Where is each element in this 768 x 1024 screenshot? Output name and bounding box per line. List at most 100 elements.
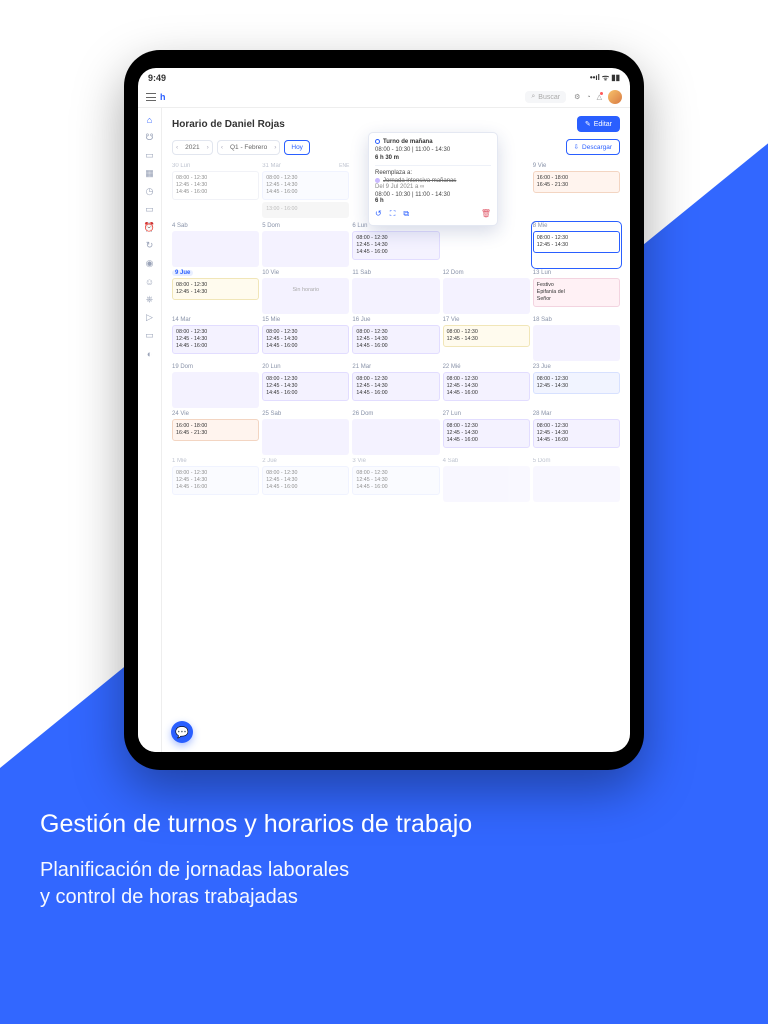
bell-icon[interactable]: △ xyxy=(597,93,602,101)
day-cell[interactable]: 6 Lun08:00 - 12:3012:45 - 14:3014:45 - 1… xyxy=(352,223,439,267)
settings-icon[interactable]: ⚙ xyxy=(574,93,580,101)
day-cell[interactable]: 16 Jue08:00 - 12:3012:45 - 14:3014:45 - … xyxy=(352,317,439,361)
shift-card[interactable]: 08:00 - 12:3012:45 - 14:3014:45 - 16:00 xyxy=(172,171,259,200)
empty-slot[interactable] xyxy=(533,466,620,502)
edit-button[interactable]: ✎ Editar xyxy=(577,116,620,132)
search-input[interactable]: ⌕ Buscar xyxy=(525,91,566,103)
shift-card[interactable]: 08:00 - 12:3012:45 - 14:3014:45 - 16:00 xyxy=(352,231,439,260)
org-icon[interactable]: ▭ xyxy=(144,150,155,161)
copy-icon[interactable]: ⧉ xyxy=(403,209,409,219)
chevron-left-icon[interactable]: ‹ xyxy=(173,141,181,154)
empty-slot[interactable] xyxy=(443,466,530,502)
globe-icon[interactable]: ◉ xyxy=(144,258,155,269)
empty-slot[interactable] xyxy=(352,419,439,455)
shift-popover[interactable]: Turno de mañana 08:00 - 10:30 | 11:00 - … xyxy=(368,132,498,226)
shift-card[interactable]: 08:00 - 12:3012:45 - 14:30 xyxy=(443,325,530,347)
shift-card[interactable]: 13:00 - 16:00 xyxy=(262,202,349,217)
shift-card[interactable]: 08:00 - 12:3012:45 - 14:3014:45 - 16:00 xyxy=(352,325,439,354)
day-cell[interactable]: 2 Jue08:00 - 12:3012:45 - 14:3014:45 - 1… xyxy=(262,458,349,502)
menu-icon[interactable] xyxy=(146,93,156,101)
day-cell[interactable]: 5 Dom xyxy=(262,223,349,267)
day-cell[interactable]: 21 Mar08:00 - 12:3012:45 - 14:3014:45 - … xyxy=(352,364,439,408)
empty-slot[interactable] xyxy=(443,278,530,314)
shift-card[interactable]: 16:00 - 18:0016:45 - 21:30 xyxy=(172,419,259,441)
shift-card[interactable]: 08:00 - 12:3012:45 - 14:3014:45 - 16:00 xyxy=(352,372,439,401)
day-cell[interactable]: 19 Dom xyxy=(172,364,259,408)
card-icon[interactable]: ▭ xyxy=(144,204,155,215)
play-icon[interactable]: ▷ xyxy=(144,312,155,323)
shift-card[interactable]: 08:00 - 12:3012:45 - 14:3014:45 - 16:00 xyxy=(352,466,439,495)
team-icon[interactable]: ☋ xyxy=(144,132,155,143)
calendar-icon[interactable]: ▦ xyxy=(144,168,155,179)
day-cell[interactable]: 3 Vie08:00 - 12:3012:45 - 14:3014:45 - 1… xyxy=(352,458,439,502)
day-cell[interactable]: 10 VieSin horario xyxy=(262,270,349,314)
moon-icon[interactable]: ◐ xyxy=(144,348,155,359)
clock-icon[interactable]: ◷ xyxy=(144,186,155,197)
day-cell[interactable]: 13 LunFestivoEpifanía delSeñor xyxy=(533,270,620,314)
empty-slot[interactable] xyxy=(262,231,349,267)
shift-card[interactable]: 08:00 - 12:3012:45 - 14:30 xyxy=(533,372,620,394)
empty-slot[interactable] xyxy=(172,372,259,408)
year-pager[interactable]: ‹ 2021 › xyxy=(172,140,213,155)
board-icon[interactable]: ▭ xyxy=(144,330,155,341)
day-cell[interactable]: 26 Dom xyxy=(352,411,439,455)
day-cell[interactable]: 23 Jue08:00 - 12:3012:45 - 14:30 xyxy=(533,364,620,408)
shift-card[interactable]: 08:00 - 12:3012:45 - 14:3014:45 - 16:00 xyxy=(443,372,530,401)
shift-card[interactable]: 08:00 - 12:3012:45 - 14:3014:45 - 16:00 xyxy=(172,325,259,354)
download-button[interactable]: ⇩ Descargar xyxy=(566,139,620,155)
day-cell[interactable]: 22 Mié08:00 - 12:3012:45 - 14:3014:45 - … xyxy=(443,364,530,408)
day-cell[interactable]: 12 Dom xyxy=(443,270,530,314)
shift-card[interactable]: 08:00 - 12:3012:45 - 14:3014:45 - 16:00 xyxy=(262,171,349,200)
chevron-left-icon[interactable]: ‹ xyxy=(218,141,226,154)
shift-card[interactable]: 08:00 - 12:3012:45 - 14:3014:45 - 16:00 xyxy=(262,372,349,401)
day-cell[interactable]: 4 Sab xyxy=(172,223,259,267)
grad-icon[interactable]: ⎈ xyxy=(144,294,155,305)
day-cell[interactable]: 28 Mar08:00 - 12:3012:45 - 14:3014:45 - … xyxy=(533,411,620,455)
period-pager[interactable]: ‹ Q1 - Febrero › xyxy=(217,140,281,155)
shift-card[interactable]: 08:00 - 12:3012:45 - 14:3014:45 - 16:00 xyxy=(533,419,620,448)
avatar[interactable] xyxy=(608,90,622,104)
day-cell[interactable]: 8 Mie08:00 - 12:3012:45 - 14:30 xyxy=(533,223,620,267)
day-cell[interactable] xyxy=(443,223,530,267)
chat-fab[interactable]: 💬 xyxy=(171,721,193,743)
day-cell[interactable]: 4 Sab xyxy=(443,458,530,502)
chevron-right-icon[interactable]: › xyxy=(204,141,212,154)
shift-card[interactable]: 08:00 - 12:3012:45 - 14:3014:45 - 16:00 xyxy=(172,466,259,495)
day-cell[interactable]: 1 Mie08:00 - 12:3012:45 - 14:3014:45 - 1… xyxy=(172,458,259,502)
shift-card[interactable]: 08:00 - 12:3012:45 - 14:3014:45 - 16:00 xyxy=(262,466,349,495)
empty-slot[interactable] xyxy=(352,278,439,314)
app-logo[interactable]: h xyxy=(160,92,170,102)
empty-slot[interactable] xyxy=(172,231,259,267)
empty-slot[interactable] xyxy=(262,419,349,455)
shift-card[interactable]: FestivoEpifanía delSeñor xyxy=(533,278,620,307)
day-cell[interactable]: 30 Lun08:00 - 12:3012:45 - 14:3014:45 - … xyxy=(172,163,259,220)
day-cell[interactable]: 9 Vie16:00 - 18:0016:45 - 21:30 xyxy=(533,163,620,220)
chat-icon[interactable]: ☺ xyxy=(144,276,155,287)
home-icon[interactable]: ⌂ xyxy=(144,114,155,125)
day-cell[interactable]: 25 Sab xyxy=(262,411,349,455)
refresh-icon[interactable]: ↻ xyxy=(144,240,155,251)
chevron-right-icon[interactable]: › xyxy=(271,141,279,154)
shift-card[interactable]: 08:00 - 12:3012:45 - 14:30 xyxy=(533,231,620,253)
day-cell[interactable]: 14 Mar08:00 - 12:3012:45 - 14:3014:45 - … xyxy=(172,317,259,361)
trash-icon[interactable]: 🗑 xyxy=(481,209,491,219)
day-cell[interactable]: 27 Lun08:00 - 12:3012:45 - 14:3014:45 - … xyxy=(443,411,530,455)
day-cell[interactable]: 15 Mie08:00 - 12:3012:45 - 14:3014:45 - … xyxy=(262,317,349,361)
shift-card[interactable]: 08:00 - 12:3012:45 - 14:30 xyxy=(172,278,259,300)
day-cell[interactable]: 18 Sab xyxy=(533,317,620,361)
today-button[interactable]: Hoy xyxy=(284,140,310,155)
day-cell[interactable]: 11 Sab xyxy=(352,270,439,314)
day-cell[interactable]: 17 Vie08:00 - 12:3012:45 - 14:30 xyxy=(443,317,530,361)
day-cell[interactable]: 31 MarENE08:00 - 12:3012:45 - 14:3014:45… xyxy=(262,163,349,220)
day-cell[interactable]: 20 Lun08:00 - 12:3012:45 - 14:3014:45 - … xyxy=(262,364,349,408)
lock-icon[interactable]: ⛶ xyxy=(390,209,396,219)
day-cell[interactable]: 24 Vie16:00 - 18:0016:45 - 21:30 xyxy=(172,411,259,455)
history-icon[interactable]: ↺ xyxy=(375,209,382,219)
timer-icon[interactable]: ◔ xyxy=(586,94,590,101)
shift-card[interactable]: 08:00 - 12:3012:45 - 14:3014:45 - 16:00 xyxy=(443,419,530,448)
alarm-icon[interactable]: ⏰ xyxy=(144,222,155,233)
empty-slot[interactable] xyxy=(533,325,620,361)
shift-card[interactable]: 16:00 - 18:0016:45 - 21:30 xyxy=(533,171,620,193)
day-cell[interactable]: 5 Dom xyxy=(533,458,620,502)
day-cell[interactable]: 9 Jue08:00 - 12:3012:45 - 14:30 xyxy=(172,270,259,314)
